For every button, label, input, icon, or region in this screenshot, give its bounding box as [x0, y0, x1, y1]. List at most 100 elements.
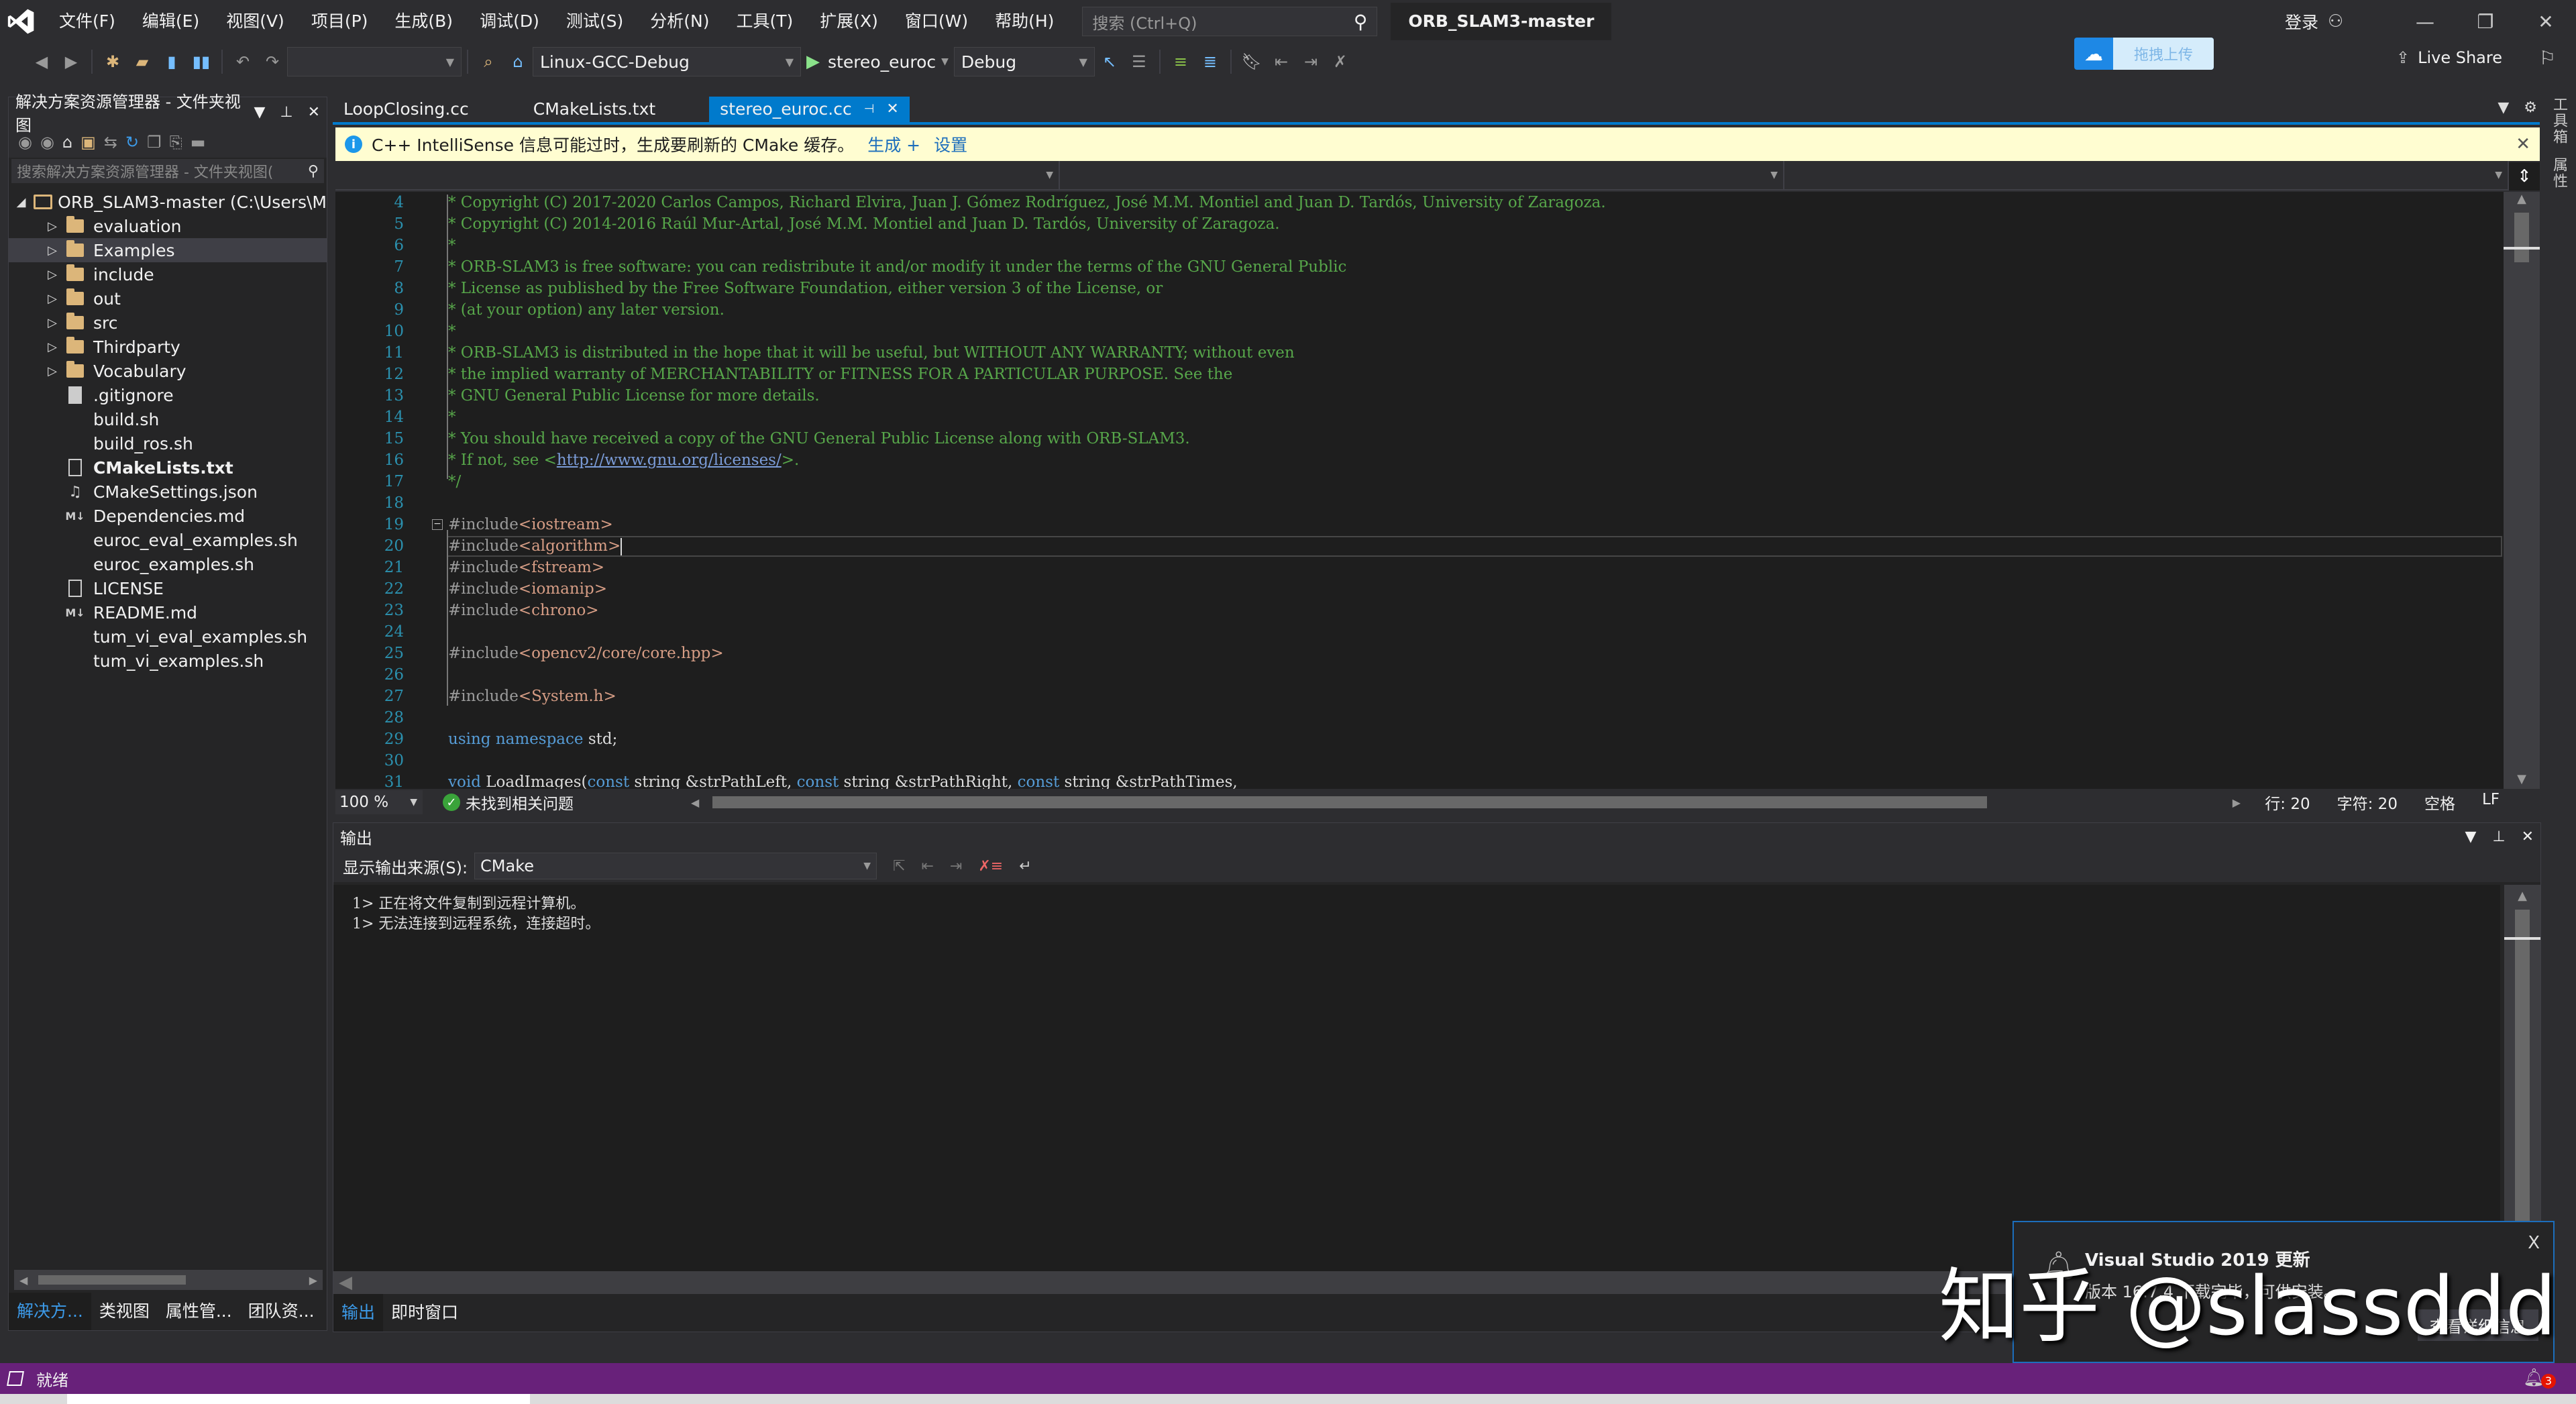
line-ending[interactable]: LF: [2482, 791, 2500, 814]
zoom-dropdown[interactable]: 100 % ▼: [335, 790, 423, 814]
code-editor[interactable]: 4 * Copyright (C) 2017-2020 Carlos Campos…: [335, 192, 2504, 789]
code-line[interactable]: 21 #include<fstream>: [335, 557, 2504, 578]
tree-item[interactable]: ▷ Vocabulary: [9, 359, 327, 383]
close-tab-icon[interactable]: ✕: [886, 97, 898, 122]
back-icon[interactable]: ◉: [18, 133, 32, 152]
save-icon[interactable]: ▮: [160, 50, 184, 74]
scrollbar-thumb[interactable]: [712, 796, 1988, 808]
tree-item[interactable]: ▷ evaluation: [9, 214, 327, 238]
scroll-right-icon[interactable]: ▶: [309, 1274, 317, 1287]
code-line[interactable]: 7 * ORB-SLAM3 is free software: you can r…: [335, 256, 2504, 278]
tree-item[interactable]: ▷ Thirdparty: [9, 335, 327, 359]
code-line[interactable]: 22 #include<iomanip>: [335, 578, 2504, 600]
properties-icon[interactable]: ▬: [191, 133, 206, 152]
clear-all-icon[interactable]: ✗≡: [978, 858, 1003, 875]
code-line[interactable]: 10 *: [335, 321, 2504, 342]
menu-item[interactable]: 文件(F): [43, 0, 129, 43]
outline-icon[interactable]: ☰: [1127, 50, 1151, 74]
code-line[interactable]: 29 using namespace std;: [335, 728, 2504, 750]
code-line[interactable]: 17 */: [335, 471, 2504, 492]
code-line[interactable]: 23 #include<chrono>: [335, 600, 2504, 621]
find-in-files-icon[interactable]: ⌕: [476, 50, 500, 74]
solution-explorer-icon[interactable]: ⌂: [506, 50, 530, 74]
expand-arrow-icon[interactable]: ▷: [42, 244, 62, 258]
tree-item[interactable]: CMakeLists.txt: [9, 455, 327, 480]
code-line[interactable]: 11 * ORB-SLAM3 is distributed in the hope…: [335, 342, 2504, 364]
tree-item[interactable]: ♫ CMakeSettings.json: [9, 480, 327, 504]
settings-link[interactable]: 设置: [934, 132, 967, 156]
solution-config-combo[interactable]: ▼: [287, 47, 462, 76]
code-line[interactable]: 8 * License as published by the Free Soft…: [335, 278, 2504, 299]
clear-bookmarks-icon[interactable]: ✗: [1328, 50, 1352, 74]
save-all-icon[interactable]: ▮▮: [189, 50, 213, 74]
code-line[interactable]: 9 * (at your option) any later version.: [335, 299, 2504, 321]
menu-item[interactable]: 扩展(X): [806, 0, 892, 43]
taskbar-item[interactable]: [67, 1394, 530, 1404]
tree-item[interactable]: ▷ include: [9, 262, 327, 286]
close-infobar-icon[interactable]: ✕: [2516, 134, 2530, 154]
comment-lines-icon[interactable]: ≡: [1169, 50, 1193, 74]
restore-button[interactable]: ❐: [2455, 11, 2516, 33]
code-line[interactable]: 15 * You should have received a copy of t…: [335, 428, 2504, 449]
menu-item[interactable]: 工具(T): [722, 0, 806, 43]
menu-item[interactable]: 项目(P): [298, 0, 382, 43]
navigate-forward-icon[interactable]: ▶: [59, 50, 83, 74]
tree-item[interactable]: build.sh: [9, 407, 327, 431]
code-line[interactable]: 6 *: [335, 235, 2504, 256]
code-line[interactable]: 28: [335, 707, 2504, 728]
project-dropdown[interactable]: ▼: [335, 161, 1060, 189]
menu-item[interactable]: 窗口(W): [892, 0, 981, 43]
tree-item[interactable]: ▷ src: [9, 311, 327, 335]
pin-icon[interactable]: ⊥: [280, 104, 292, 121]
issues-indicator[interactable]: ✓ 未找到相关问题: [443, 791, 574, 814]
scroll-left-icon[interactable]: ◀: [19, 1274, 28, 1287]
scroll-up-icon[interactable]: ▲: [2504, 889, 2540, 903]
code-line[interactable]: 20 #include<algorithm>: [335, 535, 2504, 557]
word-wrap-icon[interactable]: ↵: [1019, 858, 1031, 875]
build-config-combo[interactable]: Debug ▼: [953, 47, 1095, 76]
document-tab[interactable]: CMakeLists.txt: [523, 97, 666, 122]
scrollbar-thumb[interactable]: [38, 1275, 186, 1285]
open-folder-icon[interactable]: ▰: [130, 50, 154, 74]
menu-item[interactable]: 调试(D): [466, 0, 553, 43]
refresh-icon[interactable]: ↻: [125, 133, 139, 152]
tree-item[interactable]: M↓ Dependencies.md: [9, 504, 327, 528]
scroll-up-icon[interactable]: ▲: [2504, 192, 2540, 206]
code-line[interactable]: 27 #include<System.h>: [335, 686, 2504, 707]
code-line[interactable]: 12 * the implied warranty of MERCHANTABIL…: [335, 364, 2504, 385]
next-bookmark-icon[interactable]: ⇥: [1299, 50, 1323, 74]
tree-item[interactable]: euroc_examples.sh: [9, 552, 327, 576]
close-panel-icon[interactable]: ✕: [308, 104, 320, 121]
tree-item[interactable]: M↓ README.md: [9, 600, 327, 625]
tab-list-dropdown-icon[interactable]: ▼: [2498, 99, 2509, 116]
next-message-icon[interactable]: ⇥: [950, 858, 962, 875]
editor-vertical-scrollbar[interactable]: ▲ ▼: [2504, 192, 2540, 789]
build-link[interactable]: 生成 +: [867, 132, 920, 156]
output-source-combo[interactable]: CMake ▼: [474, 853, 877, 879]
menu-item[interactable]: 测试(S): [553, 0, 637, 43]
global-search-input[interactable]: 搜索 (Ctrl+Q) ⚲: [1082, 7, 1378, 36]
platform-combo[interactable]: Linux-GCC-Debug ▼: [533, 47, 801, 76]
pin-icon[interactable]: ⊥: [2492, 828, 2505, 845]
live-share-button[interactable]: ⇪ Live Share: [2396, 48, 2502, 67]
horizontal-scrollbar[interactable]: ◀ ▶: [14, 1270, 323, 1290]
tree-item[interactable]: build_ros.sh: [9, 431, 327, 455]
code-line[interactable]: 31 void LoadImages(const string &strPathL…: [335, 771, 2504, 789]
tree-item[interactable]: tum_vi_examples.sh: [9, 649, 327, 673]
navigate-back-icon[interactable]: ◀: [30, 50, 54, 74]
expand-arrow-icon[interactable]: ▷: [42, 268, 62, 282]
collapse-region-icon[interactable]: −: [432, 519, 443, 530]
menu-item[interactable]: 编辑(E): [129, 0, 213, 43]
new-project-icon[interactable]: ✱: [101, 50, 125, 74]
tree-root[interactable]: ◢ ORB_SLAM3-master (C:\Users\M: [9, 190, 327, 214]
bottom-tab[interactable]: 属性管...: [158, 1293, 240, 1330]
notifications-button[interactable]: 🔔︎ 3: [2523, 1367, 2556, 1389]
expand-arrow-icon[interactable]: ▷: [42, 364, 62, 378]
code-line[interactable]: 13 * GNU General Public License for more …: [335, 385, 2504, 407]
scope-dropdown[interactable]: ▼: [1060, 161, 1784, 189]
code-line[interactable]: 26: [335, 664, 2504, 686]
bookmark-icon[interactable]: 🔖︎: [1240, 50, 1264, 74]
tree-item[interactable]: .gitignore: [9, 383, 327, 407]
solution-search-input[interactable]: 搜索解决方案资源管理器 - 文件夹视图( ⚲: [11, 159, 324, 183]
start-debugging-button[interactable]: ▶ stereo_euroc ▼: [806, 52, 949, 72]
